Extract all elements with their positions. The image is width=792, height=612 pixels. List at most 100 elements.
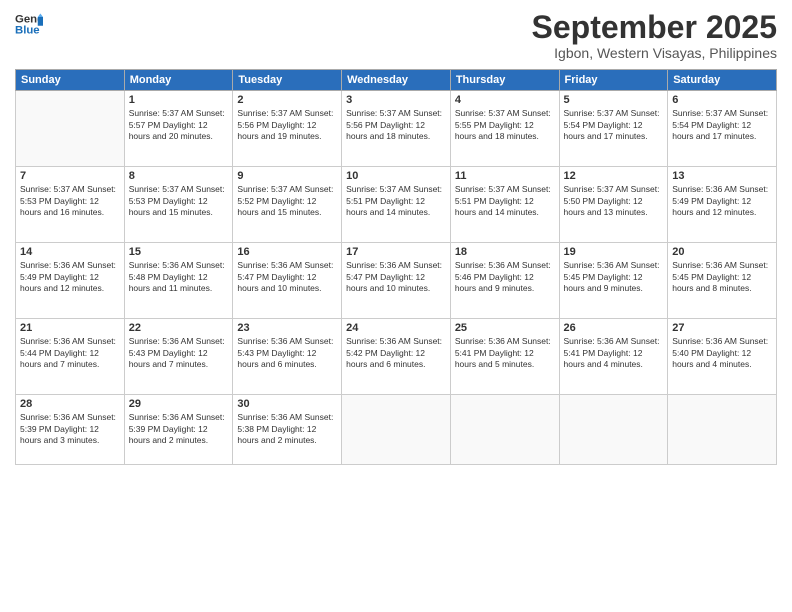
calendar-cell <box>559 395 668 465</box>
calendar-cell: 1Sunrise: 5:37 AM Sunset: 5:57 PM Daylig… <box>124 91 233 167</box>
calendar-cell <box>450 395 559 465</box>
weekday-header-row: Sunday Monday Tuesday Wednesday Thursday… <box>16 70 777 91</box>
day-info: Sunrise: 5:36 AM Sunset: 5:46 PM Dayligh… <box>455 260 555 294</box>
day-number: 19 <box>564 246 664 258</box>
day-info: Sunrise: 5:37 AM Sunset: 5:52 PM Dayligh… <box>237 184 337 218</box>
calendar-week-row: 21 Sunrise: 5:36 AM Sunset: 5:44 PM Dayli… <box>16 319 777 395</box>
day-number: 13 <box>672 170 772 182</box>
day-number: 27 <box>672 322 772 334</box>
header-tuesday: Tuesday <box>233 70 342 91</box>
day-info: Sunrise: 5:37 AM Sunset: 5:53 PM Dayligh… <box>20 184 120 218</box>
day-number: 10 <box>346 170 446 182</box>
calendar-cell: 24 Sunrise: 5:36 AM Sunset: 5:42 PM Dayli… <box>342 319 451 395</box>
calendar-cell: 4 Sunrise: 5:37 AM Sunset: 5:55 PM Daylig… <box>450 91 559 167</box>
day-info: Sunrise: 5:36 AM Sunset: 5:43 PM Dayligh… <box>237 336 337 370</box>
calendar-cell: 13 Sunrise: 5:36 AM Sunset: 5:49 PM Dayli… <box>668 167 777 243</box>
svg-text:Blue: Blue <box>15 25 40 37</box>
logo-icon: General Blue <box>15 10 43 38</box>
calendar-cell: 3 Sunrise: 5:37 AM Sunset: 5:56 PM Daylig… <box>342 91 451 167</box>
day-info: Sunrise: 5:37 AM Sunset: 5:55 PM Dayligh… <box>455 108 555 142</box>
calendar-cell: 2 Sunrise: 5:37 AM Sunset: 5:56 PM Daylig… <box>233 91 342 167</box>
calendar-cell: 21 Sunrise: 5:36 AM Sunset: 5:44 PM Dayli… <box>16 319 125 395</box>
calendar-cell: 30 Sunrise: 5:36 AM Sunset: 5:38 PM Dayli… <box>233 395 342 465</box>
day-number: 23 <box>237 322 337 334</box>
calendar-cell <box>668 395 777 465</box>
calendar-cell: 25 Sunrise: 5:36 AM Sunset: 5:41 PM Dayli… <box>450 319 559 395</box>
day-info: Sunrise: 5:37 AM Sunset: 5:56 PM Dayligh… <box>346 108 446 142</box>
day-info: Sunrise: 5:36 AM Sunset: 5:49 PM Dayligh… <box>672 184 772 218</box>
day-info: Sunrise: 5:36 AM Sunset: 5:45 PM Dayligh… <box>672 260 772 294</box>
day-info: Sunrise: 5:36 AM Sunset: 5:41 PM Dayligh… <box>455 336 555 370</box>
day-number: 14 <box>20 246 120 258</box>
calendar-cell: 17Sunrise: 5:36 AM Sunset: 5:47 PM Dayli… <box>342 243 451 319</box>
day-info: Sunrise: 5:37 AM Sunset: 5:51 PM Dayligh… <box>455 184 555 218</box>
day-number: 3 <box>346 94 446 106</box>
day-number: 28 <box>20 398 120 410</box>
day-number: 1 <box>129 94 229 106</box>
day-info: Sunrise: 5:36 AM Sunset: 5:43 PM Dayligh… <box>129 336 229 370</box>
day-info: Sunrise: 5:36 AM Sunset: 5:49 PM Dayligh… <box>20 260 120 294</box>
day-number: 2 <box>237 94 337 106</box>
day-number: 22 <box>129 322 229 334</box>
calendar-cell: 20 Sunrise: 5:36 AM Sunset: 5:45 PM Dayli… <box>668 243 777 319</box>
day-info: Sunrise: 5:36 AM Sunset: 5:40 PM Dayligh… <box>672 336 772 370</box>
day-info: Sunrise: 5:36 AM Sunset: 5:41 PM Dayligh… <box>564 336 664 370</box>
calendar-cell: 7 Sunrise: 5:37 AM Sunset: 5:53 PM Daylig… <box>16 167 125 243</box>
page: General Blue September 2025 Igbon, Weste… <box>0 0 792 612</box>
day-info: Sunrise: 5:36 AM Sunset: 5:39 PM Dayligh… <box>20 412 120 446</box>
day-info: Sunrise: 5:37 AM Sunset: 5:56 PM Dayligh… <box>237 108 337 142</box>
header: General Blue September 2025 Igbon, Weste… <box>15 10 777 61</box>
day-number: 25 <box>455 322 555 334</box>
day-info: Sunrise: 5:37 AM Sunset: 5:54 PM Dayligh… <box>564 108 664 142</box>
logo: General Blue <box>15 10 43 38</box>
calendar-cell: 12 Sunrise: 5:37 AM Sunset: 5:50 PM Dayli… <box>559 167 668 243</box>
calendar-cell: 15 Sunrise: 5:36 AM Sunset: 5:48 PM Dayli… <box>124 243 233 319</box>
day-info: Sunrise: 5:37 AM Sunset: 5:53 PM Dayligh… <box>129 184 229 218</box>
calendar-week-row: 14 Sunrise: 5:36 AM Sunset: 5:49 PM Dayli… <box>16 243 777 319</box>
day-number: 6 <box>672 94 772 106</box>
calendar-cell <box>342 395 451 465</box>
day-info: Sunrise: 5:37 AM Sunset: 5:54 PM Dayligh… <box>672 108 772 142</box>
day-info: Sunrise: 5:36 AM Sunset: 5:45 PM Dayligh… <box>564 260 664 294</box>
day-info: Sunrise: 5:36 AM Sunset: 5:48 PM Dayligh… <box>129 260 229 294</box>
day-number: 20 <box>672 246 772 258</box>
calendar-cell: 28 Sunrise: 5:36 AM Sunset: 5:39 PM Dayli… <box>16 395 125 465</box>
calendar-cell <box>16 91 125 167</box>
calendar-cell: 22 Sunrise: 5:36 AM Sunset: 5:43 PM Dayli… <box>124 319 233 395</box>
day-number: 30 <box>237 398 337 410</box>
day-number: 21 <box>20 322 120 334</box>
header-friday: Friday <box>559 70 668 91</box>
day-info: Sunrise: 5:36 AM Sunset: 5:44 PM Dayligh… <box>20 336 120 370</box>
header-wednesday: Wednesday <box>342 70 451 91</box>
day-number: 18 <box>455 246 555 258</box>
header-sunday: Sunday <box>16 70 125 91</box>
day-info: Sunrise: 5:37 AM Sunset: 5:50 PM Dayligh… <box>564 184 664 218</box>
day-number: 15 <box>129 246 229 258</box>
calendar-cell: 6 Sunrise: 5:37 AM Sunset: 5:54 PM Daylig… <box>668 91 777 167</box>
calendar-cell: 9 Sunrise: 5:37 AM Sunset: 5:52 PM Daylig… <box>233 167 342 243</box>
calendar-week-row: 7 Sunrise: 5:37 AM Sunset: 5:53 PM Daylig… <box>16 167 777 243</box>
day-info: Sunrise: 5:36 AM Sunset: 5:42 PM Dayligh… <box>346 336 446 370</box>
calendar-cell: 11 Sunrise: 5:37 AM Sunset: 5:51 PM Dayli… <box>450 167 559 243</box>
calendar-cell: 18 Sunrise: 5:36 AM Sunset: 5:46 PM Dayli… <box>450 243 559 319</box>
calendar-cell: 27 Sunrise: 5:36 AM Sunset: 5:40 PM Dayli… <box>668 319 777 395</box>
day-number: 17 <box>346 246 446 258</box>
day-number: 7 <box>20 170 120 182</box>
day-number: 4 <box>455 94 555 106</box>
calendar-cell: 8Sunrise: 5:37 AM Sunset: 5:53 PM Daylig… <box>124 167 233 243</box>
day-info: Sunrise: 5:36 AM Sunset: 5:39 PM Dayligh… <box>129 412 229 446</box>
day-number: 9 <box>237 170 337 182</box>
day-number: 16 <box>237 246 337 258</box>
calendar-cell: 19 Sunrise: 5:36 AM Sunset: 5:45 PM Dayli… <box>559 243 668 319</box>
day-number: 24 <box>346 322 446 334</box>
day-number: 12 <box>564 170 664 182</box>
header-saturday: Saturday <box>668 70 777 91</box>
day-info: Sunrise: 5:36 AM Sunset: 5:38 PM Dayligh… <box>237 412 337 446</box>
day-info: Sunrise: 5:36 AM Sunset: 5:47 PM Dayligh… <box>237 260 337 294</box>
calendar-cell: 16 Sunrise: 5:36 AM Sunset: 5:47 PM Dayli… <box>233 243 342 319</box>
calendar-week-row: 1Sunrise: 5:37 AM Sunset: 5:57 PM Daylig… <box>16 91 777 167</box>
calendar-cell: 26Sunrise: 5:36 AM Sunset: 5:41 PM Dayli… <box>559 319 668 395</box>
day-info: Sunrise: 5:37 AM Sunset: 5:51 PM Dayligh… <box>346 184 446 218</box>
month-title: September 2025 <box>532 10 777 45</box>
day-number: 11 <box>455 170 555 182</box>
